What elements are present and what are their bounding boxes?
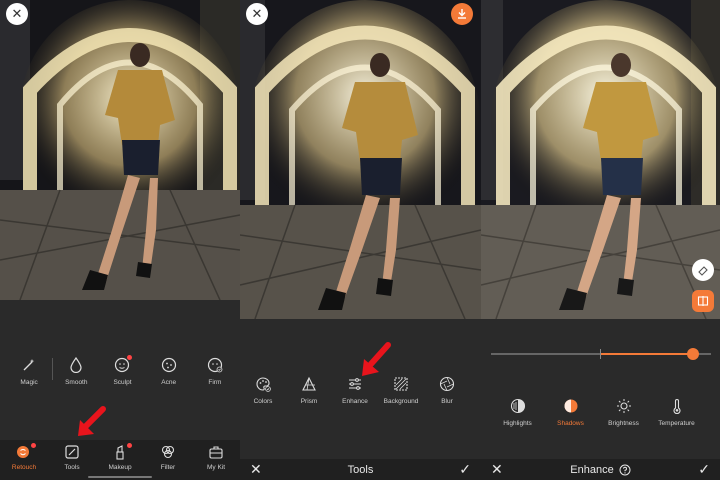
acne-icon (160, 356, 178, 374)
eraser-icon (698, 266, 708, 276)
face-firm-icon (206, 356, 224, 374)
photo-image (240, 0, 481, 319)
thermometer-icon (668, 397, 686, 415)
red-arrow-annotation (78, 406, 106, 436)
retouch-tools: Magic Smooth Sculpt Acne Firm (6, 355, 238, 386)
tool-shadows[interactable]: Shadows (544, 397, 597, 427)
tool-blur[interactable]: Blur (424, 375, 470, 405)
tool-prism[interactable]: Prism (286, 375, 332, 405)
highlights-icon (509, 397, 527, 415)
close-icon[interactable]: ✕ (250, 461, 262, 478)
photo-canvas[interactable] (481, 0, 720, 319)
slider-center-tick (600, 349, 601, 359)
tool-firm[interactable]: Firm (192, 356, 238, 386)
enhance-tools: Highlights Shadows Brightness Temperatur… (491, 397, 711, 427)
close-icon[interactable]: ✕ (491, 461, 503, 478)
kit-icon (207, 443, 225, 461)
tools-title-bar: ✕ Tools ✓ (240, 459, 481, 480)
bottom-nav: Retouch Tools Makeup Filter My Kit (0, 440, 240, 480)
nav-retouch[interactable]: Retouch (0, 443, 48, 471)
sun-icon (615, 397, 633, 415)
close-icon: ✕ (11, 6, 23, 21)
magic-wand-icon (20, 356, 38, 374)
retouch-panel: ✕ Magic Smooth Sculpt Acne Firm Retouch … (0, 0, 240, 480)
notification-dot (127, 443, 132, 448)
compare-button[interactable] (692, 290, 714, 312)
shadows-icon (562, 397, 580, 415)
confirm-icon[interactable]: ✓ (698, 461, 710, 478)
nav-filter[interactable]: Filter (144, 443, 192, 471)
background-icon (392, 375, 410, 393)
tools-list: Colors Prism Enhance Background Blur (240, 375, 481, 405)
slider-fill (601, 353, 694, 355)
tools-icon (63, 443, 81, 461)
page-title: Tools (347, 463, 374, 476)
tool-highlights[interactable]: Highlights (491, 397, 544, 427)
download-button[interactable] (451, 3, 473, 25)
enhance-title-bar: ✕ Enhance ✓ (481, 459, 720, 480)
tool-colors[interactable]: Colors (240, 375, 286, 405)
confirm-icon[interactable]: ✓ (459, 461, 471, 478)
tool-enhance[interactable]: Enhance (332, 375, 378, 405)
tool-smooth[interactable]: Smooth (53, 356, 99, 386)
palette-icon (254, 375, 272, 393)
red-arrow-annotation (362, 342, 391, 376)
prism-icon (300, 375, 318, 393)
page-title: Enhance (570, 463, 614, 476)
tool-background[interactable]: Background (378, 375, 424, 405)
new-badge (127, 355, 133, 360)
filter-icon (159, 443, 177, 461)
droplet-icon (67, 356, 85, 374)
slider-knob[interactable] (687, 348, 700, 360)
photo-image (0, 0, 240, 300)
page-title-group: Enhance (570, 463, 631, 476)
nav-tools[interactable]: Tools (48, 443, 96, 471)
tool-sculpt[interactable]: Sculpt (99, 355, 145, 386)
face-icon (113, 355, 133, 374)
tool-magic[interactable]: Magic (6, 356, 52, 386)
tools-panel: ✕ Colors Prism Enhance Background Blur ✕… (240, 0, 481, 480)
nav-makeup[interactable]: Makeup (96, 443, 144, 471)
tool-brightness[interactable]: Brightness (597, 397, 650, 427)
split-compare-icon (697, 296, 709, 306)
close-icon: ✕ (251, 6, 263, 21)
aperture-icon (438, 375, 456, 393)
enhance-panel: Highlights Shadows Brightness Temperatur… (481, 0, 720, 480)
intensity-slider[interactable] (491, 348, 711, 360)
nav-my-kit[interactable]: My Kit (192, 443, 240, 471)
close-button[interactable]: ✕ (6, 3, 28, 25)
photo-image (481, 0, 720, 319)
notification-dot (31, 443, 36, 448)
help-icon[interactable] (619, 464, 631, 476)
photo-canvas[interactable] (0, 0, 240, 300)
download-icon (458, 9, 466, 19)
tool-acne[interactable]: Acne (146, 356, 192, 386)
photo-canvas[interactable] (240, 0, 481, 319)
eraser-button[interactable] (692, 259, 714, 281)
tool-temperature[interactable]: Temperature (650, 397, 703, 427)
close-button[interactable]: ✕ (246, 3, 268, 25)
home-indicator (88, 476, 152, 478)
